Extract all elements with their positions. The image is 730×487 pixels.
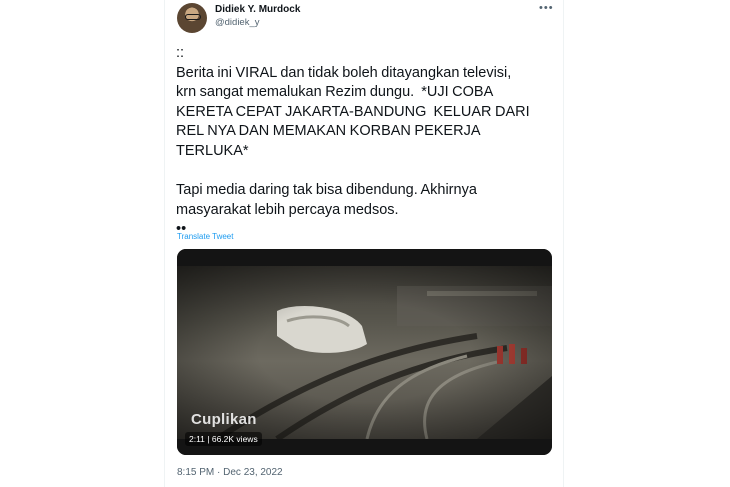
- tweet-timestamp[interactable]: 8:15 PM · Dec 23, 2022: [177, 467, 283, 478]
- author-handle[interactable]: @didiek_y: [215, 17, 260, 28]
- video-overlay-caption: Cuplikan: [191, 411, 257, 428]
- translate-tweet-link[interactable]: Translate Tweet: [177, 232, 233, 241]
- avatar-glasses: [185, 14, 201, 20]
- video-duration-views-badge: 2:11 | 66.2K views: [185, 432, 262, 446]
- tweet-text: :: Berita ini VIRAL dan tidak boleh dita…: [176, 45, 530, 238]
- avatar[interactable]: [177, 3, 207, 33]
- more-options-icon[interactable]: •••: [539, 3, 553, 14]
- author-display-name[interactable]: Didiek Y. Murdock: [215, 4, 300, 15]
- video-player[interactable]: Cuplikan 2:11 | 66.2K views: [177, 249, 552, 455]
- video-duration: 2:11: [189, 434, 205, 444]
- video-meta-separator: |: [204, 434, 212, 444]
- video-view-count: 66.2K views: [211, 434, 258, 444]
- video-letterbox-top: [177, 249, 552, 266]
